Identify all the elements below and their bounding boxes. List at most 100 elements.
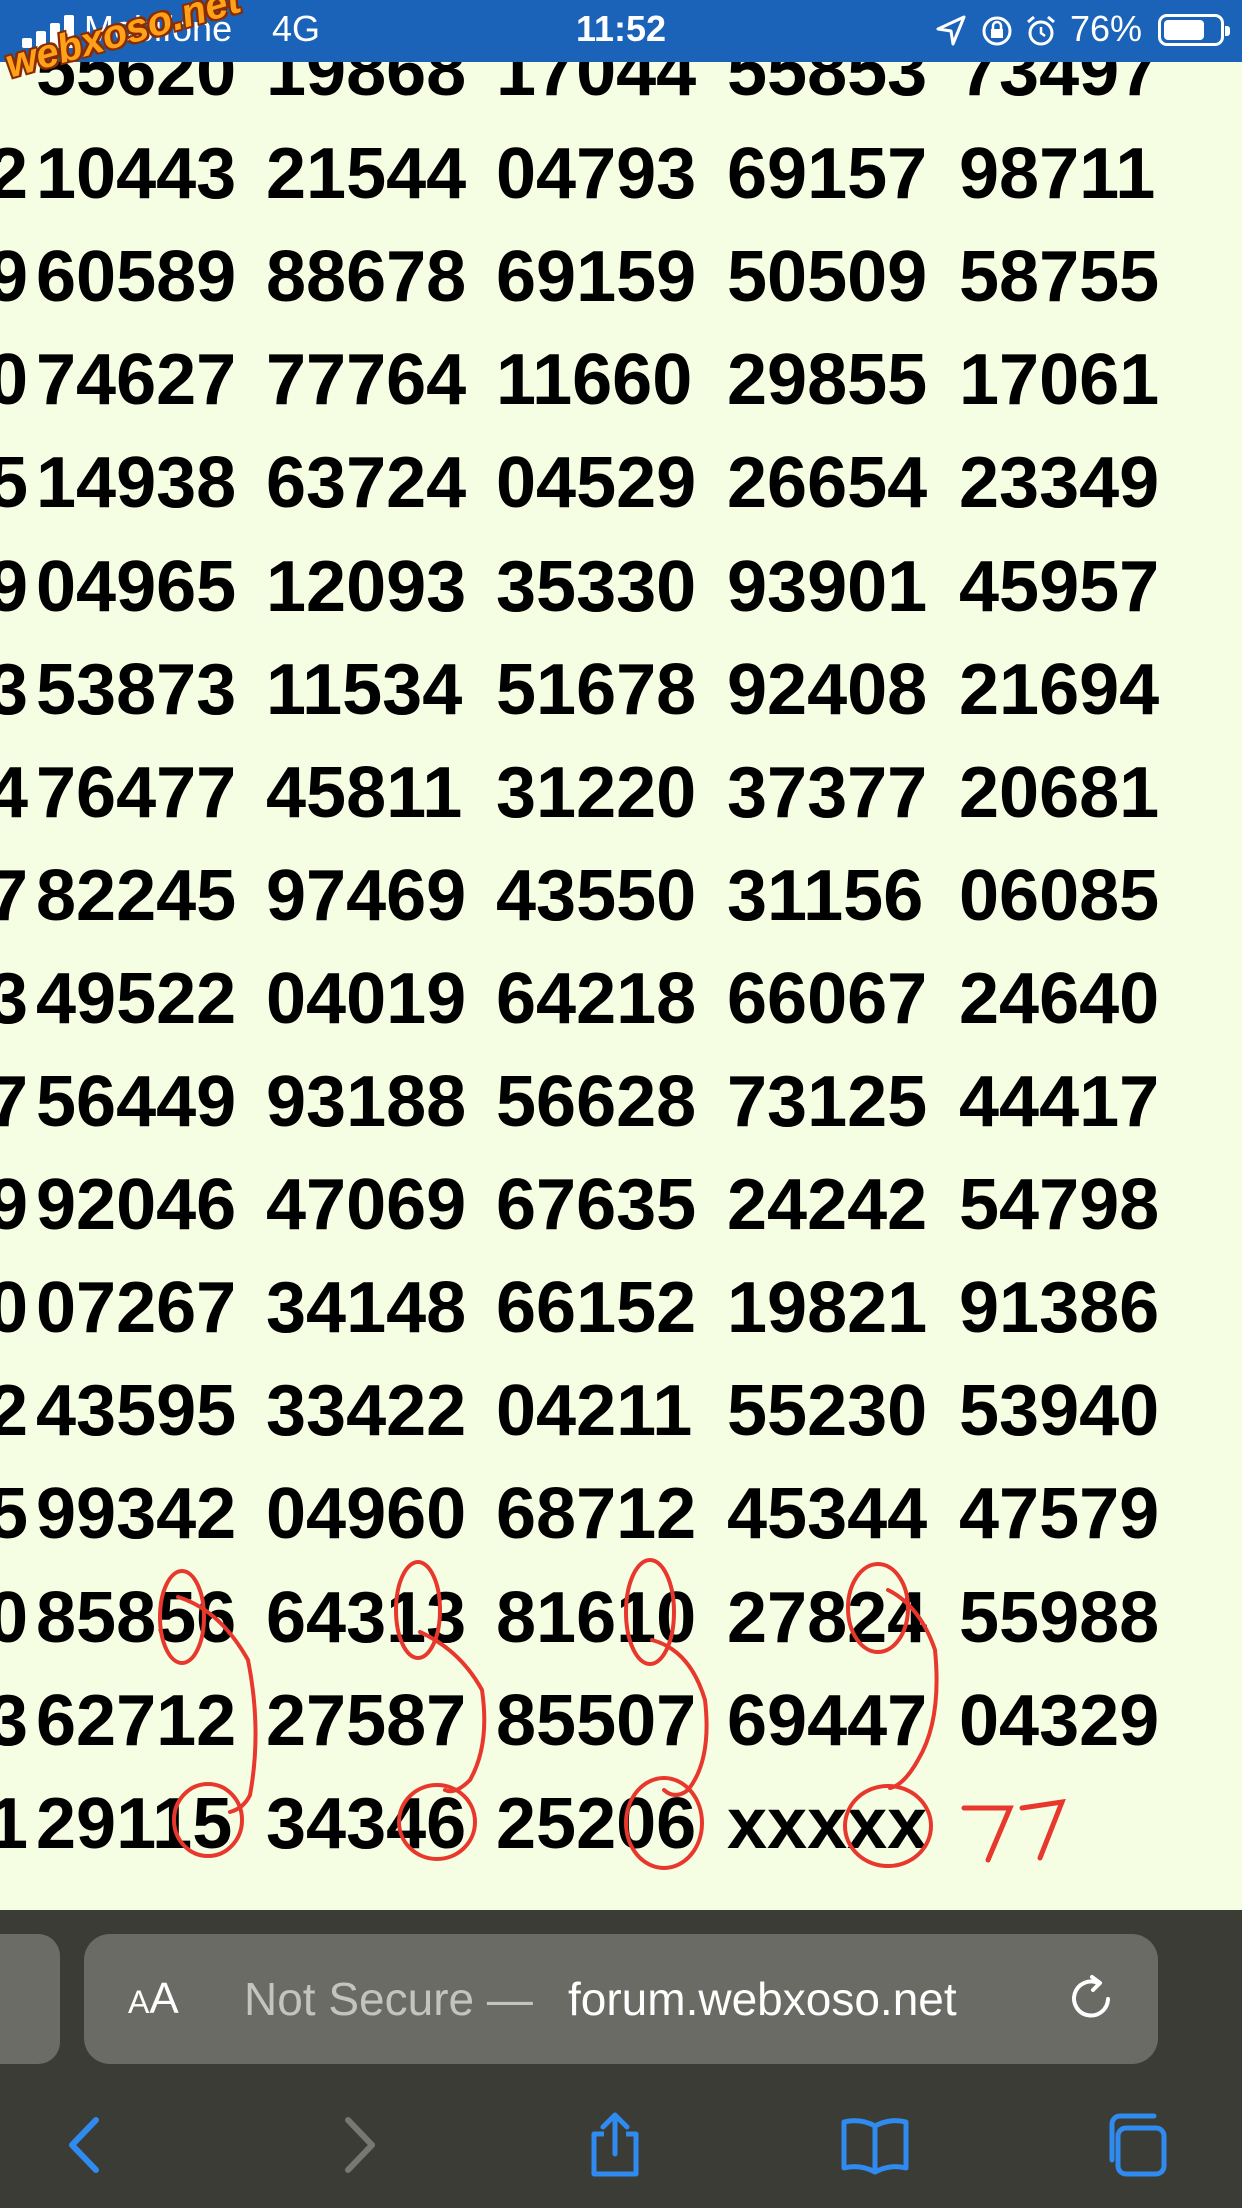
number-cell: 73125	[727, 1062, 928, 1142]
row-prefix-digit: 7	[0, 855, 29, 936]
number-cell: 27824	[727, 1577, 928, 1658]
number-cell: 74627	[36, 340, 237, 421]
reload-icon[interactable]	[1064, 1972, 1118, 2026]
number-cell: 20681	[959, 752, 1160, 833]
number-cell: 17061	[959, 340, 1160, 421]
number-cell: 33422	[266, 1371, 467, 1452]
number-cell: 98711	[959, 134, 1156, 215]
number-cell: 62712	[36, 1680, 237, 1761]
row-prefix-digit: 0	[0, 1577, 29, 1658]
url-domain: forum.webxoso.net	[568, 1973, 957, 2025]
number-cell: 64313	[266, 1577, 467, 1658]
number-cell: 29855	[727, 340, 928, 421]
number-cell: 53940	[959, 1371, 1160, 1452]
number-cell: 19821	[727, 1268, 928, 1349]
row-prefix-digit: 4	[0, 752, 29, 833]
security-status: Not Secure —	[244, 1973, 533, 2025]
row-prefix-digit: 3	[0, 649, 29, 730]
row-prefix-digit: 9	[0, 237, 29, 318]
number-cell: 77764	[266, 340, 467, 421]
number-cell: 04793	[496, 134, 697, 215]
number-cell: 68712	[496, 1474, 697, 1555]
number-cell: 69157	[727, 134, 928, 215]
number-cell: 53873	[36, 649, 237, 730]
number-cell: 27587	[266, 1680, 467, 1761]
number-cell: 47579	[959, 1474, 1160, 1555]
number-cell: 34148	[266, 1268, 467, 1349]
row-prefix-digit: 0	[0, 340, 29, 421]
number-cell: 04211	[496, 1371, 693, 1452]
number-cell: 45957	[959, 546, 1160, 627]
row-prefix-digit: 5	[0, 1474, 29, 1555]
row-prefix-digit: 7	[0, 1062, 29, 1142]
number-cell: 91386	[959, 1268, 1160, 1349]
number-cell: 35330	[496, 546, 697, 627]
battery-percentage: 76%	[1070, 8, 1143, 49]
number-cell: 63724	[266, 443, 467, 524]
row-prefix-digit: 3	[0, 1680, 29, 1761]
forward-icon[interactable]	[322, 2110, 392, 2180]
previous-tab-preview[interactable]	[0, 1934, 60, 2064]
orientation-lock-icon	[982, 16, 1012, 46]
number-cell: 69159	[496, 237, 697, 318]
number-cell: 45344	[727, 1474, 928, 1555]
alarm-clock-icon	[1027, 15, 1055, 46]
number-cell: 69447	[727, 1680, 928, 1761]
number-cell: 04329	[959, 1680, 1160, 1761]
row-prefix-digit: 0	[0, 1268, 29, 1349]
bookmarks-icon[interactable]	[840, 2110, 910, 2180]
tabs-icon[interactable]	[1104, 2110, 1174, 2180]
back-icon[interactable]	[52, 2110, 122, 2180]
number-cell: 51678	[496, 649, 697, 730]
number-cell: 04960	[266, 1474, 467, 1555]
number-cell: 85856	[36, 1577, 237, 1658]
number-cell: 11534	[266, 649, 463, 730]
row-prefix-digit: 5	[0, 443, 29, 524]
number-cell: 26654	[727, 443, 928, 524]
number-cell: 11660	[496, 340, 693, 421]
lottery-number-table: 55620 19868 17044 55853 73497 2 10443 21544 0479…	[0, 0, 1242, 1910]
number-cell: 64218	[496, 958, 697, 1039]
number-cell: 81610	[496, 1577, 697, 1658]
number-cell: 23349	[959, 443, 1160, 524]
share-icon[interactable]	[580, 2110, 650, 2180]
number-cell: 25206	[496, 1783, 697, 1864]
number-cell: 43550	[496, 855, 697, 936]
row-prefix-digit: 9	[0, 1165, 29, 1246]
number-cell: 67635	[496, 1165, 697, 1246]
number-cell: 45811	[266, 752, 463, 833]
number-cell: 29115	[36, 1783, 233, 1864]
row-prefix-digit: 9	[0, 546, 29, 627]
number-cell: 76477	[36, 752, 237, 833]
number-cell: 43595	[36, 1371, 237, 1452]
number-cell: 06085	[959, 855, 1160, 936]
status-bar: Mobifone 4G 11:52 76% webxoso.net	[0, 0, 1242, 87]
number-cell: 37377	[727, 752, 928, 833]
number-cell: 54798	[959, 1165, 1160, 1246]
number-cell: 47069	[266, 1165, 467, 1246]
number-cell: 44417	[959, 1062, 1160, 1142]
text-size-button[interactable]: AA	[128, 1974, 179, 2024]
row-prefix-digit: 3	[0, 958, 29, 1039]
number-cell: 31156	[727, 855, 924, 936]
number-cell: 31220	[496, 752, 697, 833]
number-cell: 66067	[727, 958, 928, 1039]
row-prefix-digit: 2	[0, 134, 29, 215]
number-cell: 93188	[266, 1062, 467, 1142]
number-cell: 88678	[266, 237, 467, 318]
number-cell: 34346	[266, 1783, 467, 1864]
number-cell: 92408	[727, 649, 928, 730]
number-cell: 82245	[36, 855, 237, 936]
number-cell: 14938	[36, 443, 237, 524]
number-cell: 21694	[959, 649, 1160, 730]
number-cell: 66152	[496, 1268, 697, 1349]
address-bar[interactable]: AA Not Secure — forum.webxoso.net	[84, 1934, 1158, 2064]
number-cell: 55988	[959, 1577, 1160, 1658]
number-cell: 85507	[496, 1680, 697, 1761]
number-cell: 04965	[36, 546, 237, 627]
battery-icon	[1158, 14, 1230, 46]
number-cell: 49522	[36, 958, 237, 1039]
row-prefix-digit: 2	[0, 1371, 29, 1452]
number-cell: 55230	[727, 1371, 928, 1452]
number-cell: 92046	[36, 1165, 237, 1246]
